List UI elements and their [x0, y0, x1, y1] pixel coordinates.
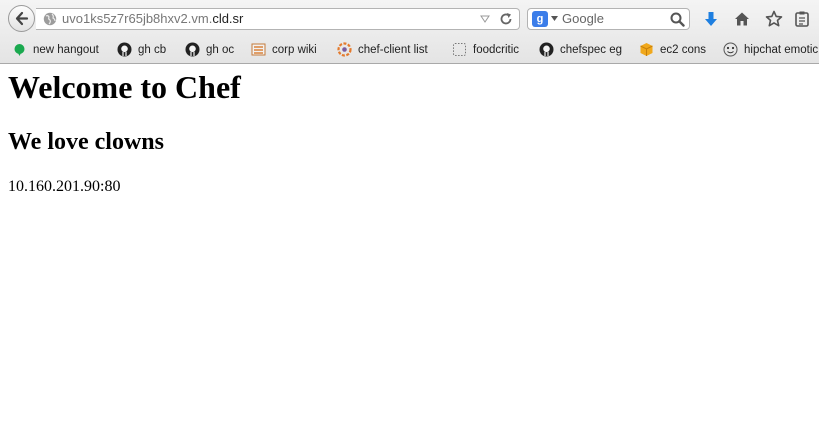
- dropdown-icon[interactable]: [480, 14, 490, 24]
- bookmark-ec2-cons[interactable]: ec2 cons: [639, 41, 706, 58]
- bookmark-label: chef-client list: [358, 43, 428, 56]
- magnifier-icon[interactable]: [670, 12, 685, 27]
- clipboard-icon[interactable]: [793, 10, 811, 28]
- page-subheading: We love clowns: [8, 129, 164, 155]
- home-icon[interactable]: [733, 10, 751, 28]
- page-heading: Welcome to Chef: [8, 69, 241, 105]
- bookmarks-toolbar: new hangout gh cb gh oc corp wiki chef-c…: [0, 37, 819, 62]
- bookmark-label: foodcritic: [473, 43, 520, 56]
- download-arrow-icon[interactable]: [702, 10, 720, 28]
- chef-icon: [337, 42, 352, 57]
- bookmark-label: chefspec eg: [560, 43, 623, 56]
- url-host: cld.sr: [212, 11, 244, 26]
- search-bar[interactable]: g Google: [527, 8, 690, 30]
- bookmark-corp-wiki[interactable]: corp wiki: [251, 41, 317, 58]
- green-dot-icon: [14, 44, 25, 56]
- server-address: 10.160.201.90:80: [8, 178, 121, 195]
- address-bar[interactable]: uvo1ks5z7r65jb8hxv2.vm.cld.sr: [36, 8, 520, 30]
- url-prefix: uvo1ks5z7r65jb8hxv2.vm.: [62, 11, 213, 26]
- dotted-square-icon: [453, 43, 466, 56]
- back-arrow-icon: [15, 11, 29, 26]
- back-button[interactable]: [8, 5, 35, 32]
- cube-icon: [640, 43, 653, 56]
- bookmark-label: hipchat emotic: [744, 43, 819, 56]
- google-engine-icon[interactable]: g: [532, 11, 548, 27]
- navigation-toolbar: uvo1ks5z7r65jb8hxv2.vm.cld.sr g Google: [0, 0, 819, 37]
- bookmark-label: ec2 cons: [660, 43, 707, 56]
- globe-icon: [43, 12, 57, 26]
- bookmark-gh-cb[interactable]: gh cb: [117, 41, 166, 58]
- bookmark-chefspec-eg[interactable]: chefspec eg: [539, 41, 622, 58]
- bookmark-label: corp wiki: [272, 43, 317, 56]
- bookmark-label: new hangout: [33, 43, 99, 56]
- search-placeholder: Google: [562, 11, 604, 26]
- bookmark-chef-client-list[interactable]: chef-client list: [337, 41, 428, 58]
- bookmark-gh-oc[interactable]: gh oc: [185, 41, 234, 58]
- wiki-icon: [251, 43, 266, 56]
- bookmark-label: gh oc: [206, 43, 235, 56]
- face-icon: [723, 42, 738, 57]
- browser-chrome: uvo1ks5z7r65jb8hxv2.vm.cld.sr g Google n…: [0, 0, 819, 64]
- chevron-down-icon[interactable]: [551, 16, 558, 21]
- star-icon[interactable]: [765, 10, 783, 28]
- bookmark-foodcritic[interactable]: foodcritic: [452, 41, 519, 58]
- reload-icon[interactable]: [499, 12, 513, 26]
- github-icon: [539, 42, 554, 57]
- bookmark-hipchat-emoticons[interactable]: hipchat emotic: [723, 41, 818, 58]
- github-icon: [117, 42, 132, 57]
- url-text[interactable]: uvo1ks5z7r65jb8hxv2.vm.cld.sr: [62, 11, 243, 27]
- bookmark-new-hangout[interactable]: new hangout: [12, 41, 99, 58]
- github-icon: [185, 42, 200, 57]
- bookmark-label: gh cb: [138, 43, 167, 56]
